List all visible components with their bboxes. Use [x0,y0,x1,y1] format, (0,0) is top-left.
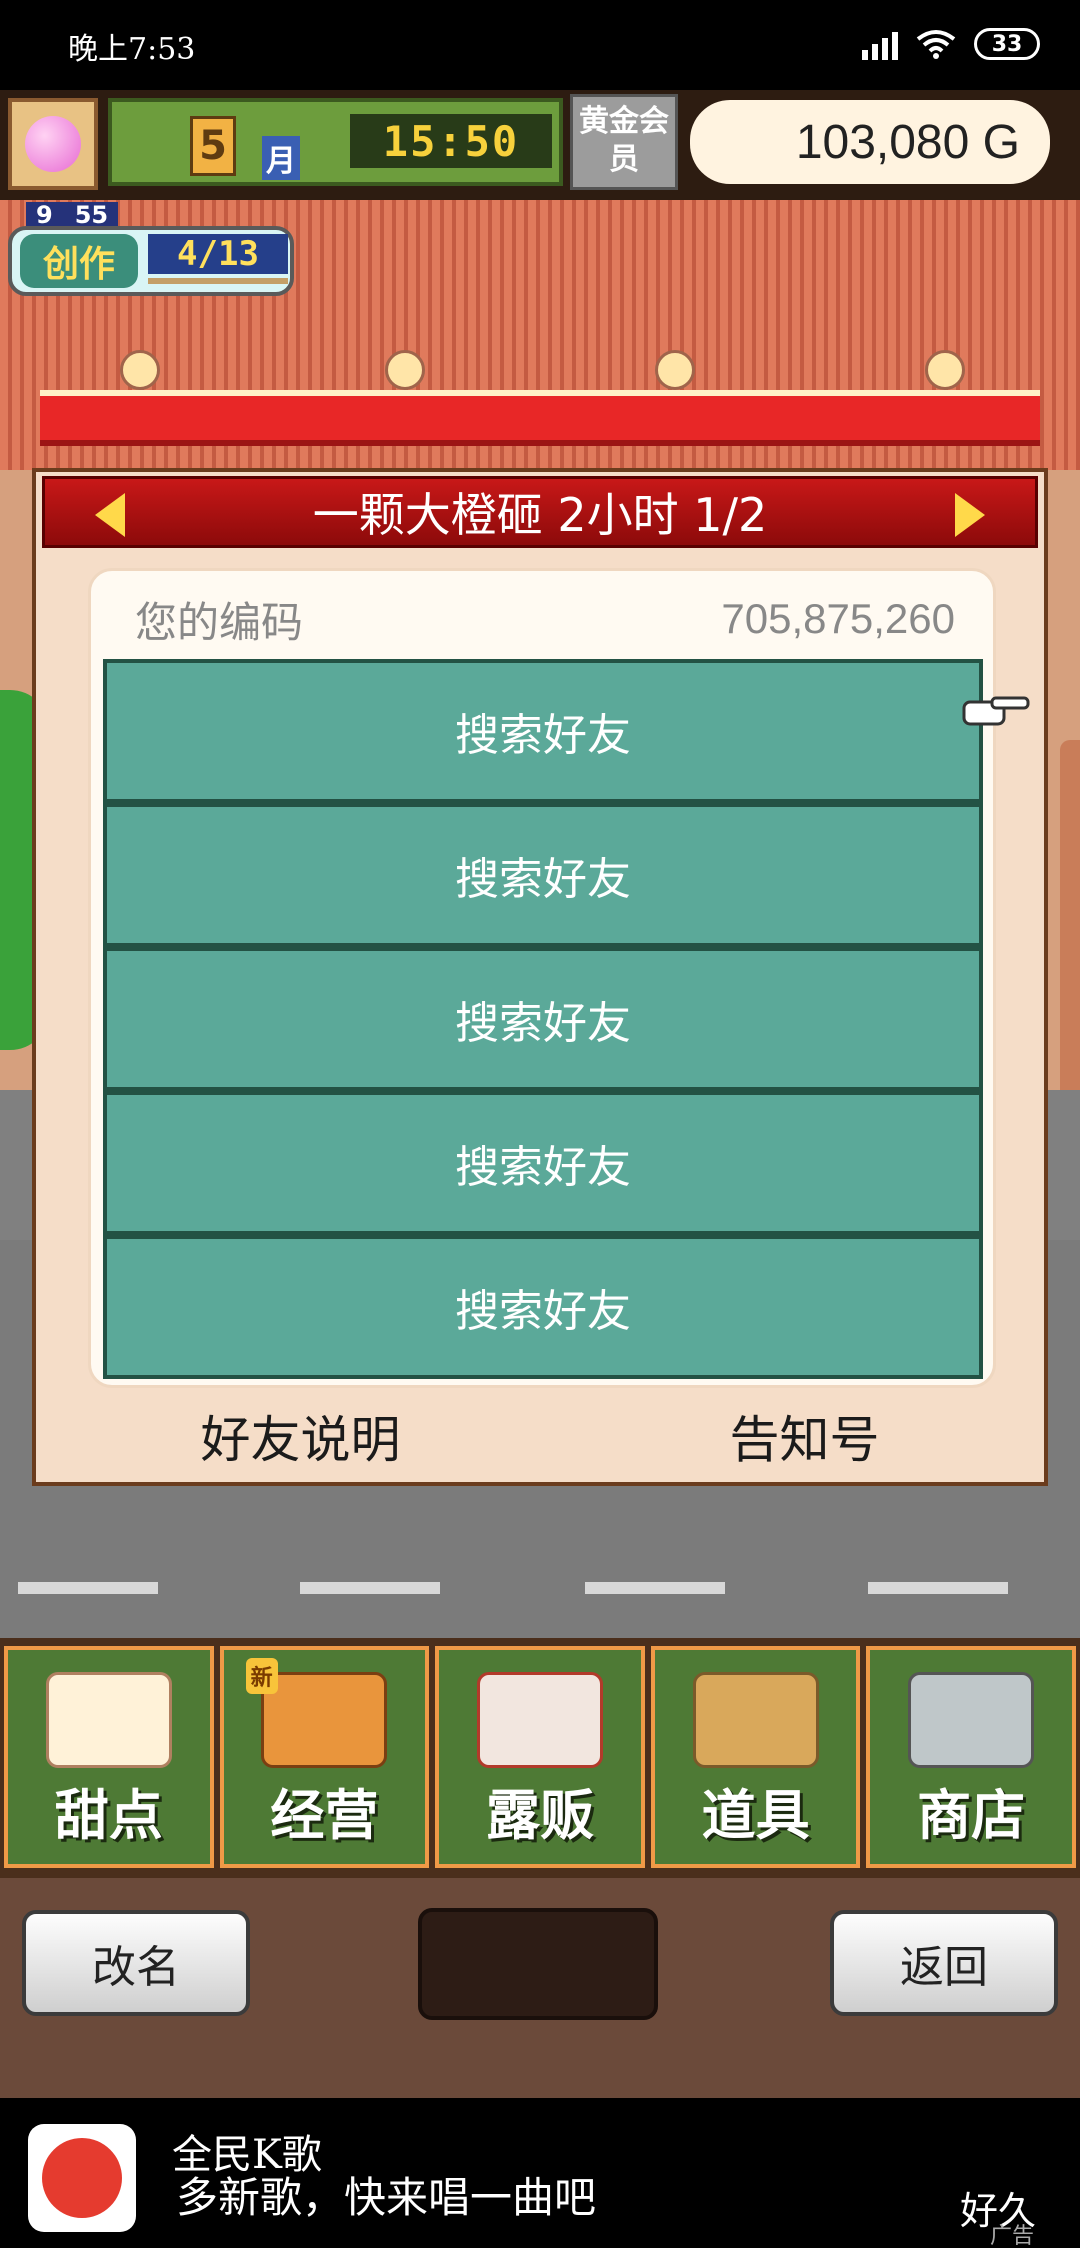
creation-label: 创作 [20,234,138,288]
status-time: 晚上7:53 [68,32,196,67]
menu-label: 露贩 [485,1784,594,1847]
food-truck-icon [476,1672,603,1768]
creation-badge[interactable]: 9 55 创作 4/13 [8,201,296,296]
friend-panel: 一颗大橙砸 2小时 1/2 您的编码 705,875,260 搜索好友 搜索好友… [32,468,1048,1486]
creation-minutes: 55 [74,201,109,229]
search-friend-button[interactable]: 搜索好友 [103,1091,983,1235]
panel-title: 一颗大橙砸 2小时 1/2 [312,488,768,542]
tree-avatar-button[interactable] [8,98,98,190]
ad-text: 多新歌，快来唱一曲吧 [176,2173,597,2222]
wifi-icon [916,30,956,59]
friend-search-list: 搜索好友 搜索好友 搜索好友 搜索好友 搜索好友 [103,659,983,1379]
pointing-hand-icon [962,696,1030,726]
menu-label: 道具 [701,1784,810,1847]
menu-shop[interactable]: 商店 [866,1646,1076,1868]
gold-member-badge[interactable]: 黄金会员 [570,94,678,190]
bottom-menu: 甜点 新 经营 露贩 道具 商店 [0,1638,1080,1878]
notice-number-link[interactable]: 告知号 [730,1400,880,1472]
cotton-candy-tree-icon [25,116,81,172]
creation-count: 4/13 [148,234,288,274]
new-badge: 新 [245,1658,278,1694]
creation-level: 9 [36,201,53,229]
bird-logo-icon [42,2138,122,2218]
menu-management[interactable]: 新 经营 [219,1646,430,1868]
search-friend-button[interactable]: 搜索好友 [103,947,983,1091]
creation-timer: 9 55 [26,201,119,229]
creation-badge-body: 创作 4/13 [8,226,294,296]
money-display: 103,080 G [690,100,1050,184]
friend-help-link[interactable]: 好友说明 [201,1400,401,1472]
tree-decoration-right [1060,740,1080,1100]
month-label: 月 [262,136,300,180]
cake-icon [45,1672,172,1768]
date-panel: 5 月 15:50 [108,98,563,186]
friend-list-card: 您的编码 705,875,260 搜索好友 搜索好友 搜索好友 搜索好友 搜索好… [88,568,996,1388]
prev-arrow-icon[interactable] [95,493,125,537]
panel-header: 一颗大橙砸 2小时 1/2 [42,476,1038,548]
center-slot [418,1908,658,2020]
panel-footer: 好友说明 告知号 [36,1396,1044,1476]
menu-label: 经营 [270,1784,379,1847]
menu-label: 商店 [917,1784,1026,1847]
code-value: 705,875,260 [721,595,955,642]
screen: 晚上7:53 33 5 月 15:50 黄金会员 103,080 G 9 55 … [0,0,1080,2248]
back-button[interactable]: 返回 [830,1910,1058,2016]
shop-icon [261,1672,388,1768]
menu-stall[interactable]: 露贩 [435,1646,645,1868]
search-friend-button[interactable]: 搜索好友 [103,803,983,947]
battery-indicator: 33 [974,28,1040,60]
menu-items[interactable]: 道具 [650,1646,861,1868]
month-number: 5 [190,116,236,176]
karaoke-app-icon [28,2124,136,2232]
your-code-row: 您的编码 705,875,260 [135,589,955,649]
status-bar: 晚上7:53 33 [0,0,1080,90]
rename-button[interactable]: 改名 [22,1910,250,2016]
creation-progress-bar [148,278,288,284]
status-icons: 33 [862,28,1040,60]
code-label: 您的编码 [135,598,304,646]
search-friend-button[interactable]: 搜索好友 [103,1235,983,1379]
search-friend-button[interactable]: 搜索好友 [103,659,983,803]
ad-tag: 广告 [990,2224,1035,2248]
signal-icon [862,28,898,60]
bottom-controls: 改名 返回 [0,1878,1080,2098]
shop-rail [40,390,1040,446]
game-clock: 15:50 [350,114,552,168]
top-hud: 5 月 15:50 黄金会员 103,080 G [0,90,1080,200]
cart-icon [908,1672,1035,1768]
gear-bag-icon [692,1672,819,1768]
ad-banner[interactable]: 全民K歌 多新歌，快来唱一曲吧 好久 广告 [0,2098,1080,2248]
menu-dessert[interactable]: 甜点 [4,1646,214,1868]
menu-label: 甜点 [54,1784,163,1847]
awning-lights [0,350,1080,390]
next-arrow-icon[interactable] [955,493,985,537]
